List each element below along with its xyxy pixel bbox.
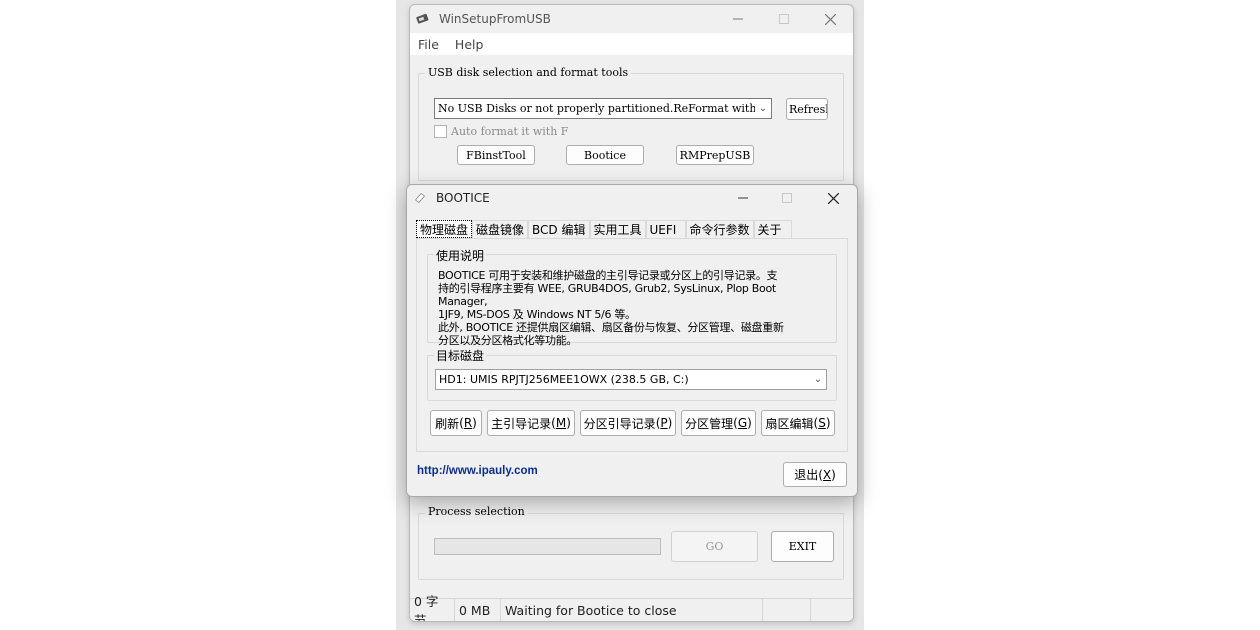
target-disk-label: 目标磁盘 xyxy=(434,347,487,364)
usage-line: 1JF9, MS-DOS 及 Windows NT 5/6 等。 xyxy=(438,308,636,321)
usage-line: 分区以及分区格式化等功能。 xyxy=(438,334,578,347)
bootice-button[interactable]: Bootice xyxy=(566,145,644,165)
progress-bar xyxy=(434,538,661,555)
usage-group-label: 使用说明 xyxy=(434,247,487,264)
menu-file[interactable]: File xyxy=(410,37,447,52)
tab-strip: 物理磁盘 磁盘镜像 BCD 编辑 实用工具 UEFI 命令行参数 关于 xyxy=(416,220,792,238)
close-button[interactable] xyxy=(807,5,853,33)
usage-line: BOOTICE 可用于安装和维护磁盘的主引导记录或分区上的引导记录。支 xyxy=(438,269,778,282)
bootice-title: BOOTICE xyxy=(436,191,490,205)
sector-edit-key: S xyxy=(818,416,826,430)
tab-about[interactable]: 关于 xyxy=(753,220,792,238)
usb-disk-group-label: USB disk selection and format tools xyxy=(425,66,632,79)
window-title: WinSetupFromUSB xyxy=(439,12,551,26)
maximize-icon xyxy=(779,14,789,24)
go-button[interactable]: GO xyxy=(671,531,758,562)
bootice-dialog: BOOTICE 物理磁盘 磁盘镜像 BCD 编辑 实用工具 UEFI 命令行参数… xyxy=(406,184,858,497)
usage-line: 此外, BOOTICE 还提供扇区编辑、扇区备份与恢复、分区管理、磁盘重新 xyxy=(438,321,784,334)
close-icon xyxy=(824,13,836,25)
bootice-title-bar[interactable]: BOOTICE xyxy=(407,185,857,211)
menu-help[interactable]: Help xyxy=(447,37,492,52)
chevron-down-icon: ⌄ xyxy=(758,103,768,114)
menu-bar: File Help xyxy=(410,33,853,55)
chevron-down-icon: ⌄ xyxy=(813,374,823,385)
usage-description: BOOTICE 可用于安装和维护磁盘的主引导记录或分区上的引导记录。支 持的引导… xyxy=(438,269,823,347)
refresh-disk-button[interactable]: 刷新(R) xyxy=(430,410,482,436)
pbr-key: P xyxy=(660,416,668,430)
bootice-close-button[interactable] xyxy=(810,185,856,211)
bootice-minimize-button[interactable] xyxy=(720,185,766,211)
refresh-button[interactable]: Refresh xyxy=(786,98,828,120)
status-empty-1 xyxy=(763,599,811,621)
tab-utilities[interactable]: 实用工具 xyxy=(589,220,646,238)
status-size: 0 MB xyxy=(455,599,501,621)
exit-button[interactable]: EXIT xyxy=(771,531,834,562)
status-bar: 0 字节 0 MB Waiting for Bootice to close xyxy=(410,594,853,621)
minimize-icon xyxy=(738,197,748,199)
title-bar[interactable]: WinSetupFromUSB xyxy=(410,5,853,33)
rmprepusb-button[interactable]: RMPrepUSB xyxy=(676,145,754,165)
physical-disk-panel: 使用说明 BOOTICE 可用于安装和维护磁盘的主引导记录或分区上的引导记录。支… xyxy=(416,238,848,452)
bootice-app-icon xyxy=(415,193,425,203)
close-icon xyxy=(827,192,839,204)
tab-disk-image[interactable]: 磁盘镜像 xyxy=(472,220,529,238)
minimize-icon xyxy=(733,18,743,20)
status-message: Waiting for Bootice to close xyxy=(501,599,763,621)
pbr-label: 分区引导记录 xyxy=(583,416,656,431)
usb-disk-combo-value: No USB Disks or not properly partitioned… xyxy=(438,102,755,115)
auto-format-label: Auto format it with F xyxy=(451,125,569,138)
refresh-key: R xyxy=(463,416,473,430)
maximize-icon xyxy=(782,193,792,203)
mbr-label: 主引导记录 xyxy=(491,416,552,431)
process-group-label: Process selection xyxy=(425,505,528,518)
mbr-button[interactable]: 主引导记录(M) xyxy=(487,410,575,436)
tab-command-line[interactable]: 命令行参数 xyxy=(685,220,754,238)
website-link[interactable]: http://www.ipauly.com xyxy=(417,465,538,477)
tab-bcd-edit[interactable]: BCD 编辑 xyxy=(528,220,590,238)
parts-manage-key: G xyxy=(737,416,748,430)
status-bytes: 0 字节 xyxy=(410,594,455,621)
maximize-button[interactable] xyxy=(761,5,807,33)
pbr-button[interactable]: 分区引导记录(P) xyxy=(580,410,676,436)
exit-key: X xyxy=(822,467,832,482)
fbinsttool-button[interactable]: FBinstTool xyxy=(457,145,535,165)
exit-dialog-button[interactable]: 退出(X) xyxy=(783,462,847,487)
target-disk-combo[interactable]: HD1: UMIS RPJTJ256MEE1OWX (238.5 GB, C:)… xyxy=(435,369,827,390)
bootice-maximize-button[interactable] xyxy=(764,185,810,211)
usb-drive-icon xyxy=(416,13,429,24)
auto-format-checkbox[interactable]: Auto format it with F xyxy=(434,125,568,138)
tab-physical-disk[interactable]: 物理磁盘 xyxy=(416,220,473,238)
minimize-button[interactable] xyxy=(715,5,761,33)
checkbox-box xyxy=(434,125,447,138)
sector-edit-label: 扇区编辑 xyxy=(765,416,814,431)
parts-manage-button[interactable]: 分区管理(G) xyxy=(681,410,756,436)
target-disk-value: HD1: UMIS RPJTJ256MEE1OWX (238.5 GB, C:) xyxy=(439,373,689,386)
sector-edit-button[interactable]: 扇区编辑(S) xyxy=(761,410,835,436)
mbr-key: M xyxy=(555,416,567,430)
exit-label: 退出 xyxy=(794,468,819,482)
refresh-label: 刷新 xyxy=(435,416,460,431)
usb-disk-combo[interactable]: No USB Disks or not properly partitioned… xyxy=(434,98,772,119)
usage-line: 持的引导程序主要有 WEE, GRUB4DOS, Grub2, SysLinux… xyxy=(438,282,776,308)
tab-uefi[interactable]: UEFI xyxy=(645,220,686,238)
parts-manage-label: 分区管理 xyxy=(685,416,734,431)
